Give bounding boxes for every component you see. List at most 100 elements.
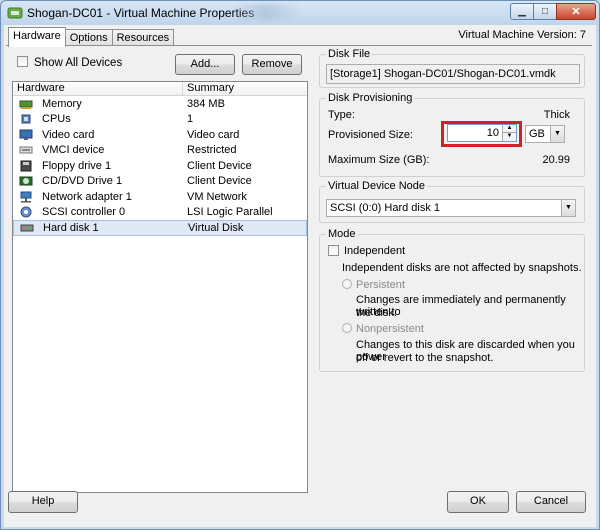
- vm-app-icon: [7, 7, 23, 19]
- hardware-name-cell: VMCI device: [13, 144, 187, 156]
- floppy-drive-icon: [19, 160, 33, 172]
- hardware-name-cell: Memory: [13, 98, 187, 110]
- nonpersistent-radio-icon: [342, 323, 352, 334]
- maximize-button[interactable]: □: [533, 3, 557, 20]
- ok-button[interactable]: OK: [447, 491, 509, 513]
- help-button[interactable]: Help: [8, 491, 78, 513]
- tab-bar: Hardware Options Resources: [8, 27, 175, 47]
- minimize-button[interactable]: ▁: [510, 3, 534, 20]
- type-value: Thick: [543, 109, 570, 121]
- persistent-radio-icon: [342, 279, 352, 290]
- hardware-name-cell: Hard disk 1: [14, 222, 188, 234]
- hardware-summary: Restricted: [187, 144, 237, 157]
- column-header-summary[interactable]: Summary: [183, 82, 307, 95]
- hardware-row[interactable]: Hard disk 1 Virtual Disk: [13, 220, 307, 236]
- independent-label: Independent: [344, 245, 406, 257]
- show-all-devices-checkbox[interactable]: Show All Devices: [17, 56, 123, 69]
- close-button[interactable]: ✕: [556, 3, 596, 20]
- minimize-icon: ▁: [518, 6, 526, 17]
- hardware-summary: Virtual Disk: [188, 222, 244, 234]
- chevron-down-icon: ▼: [554, 130, 561, 137]
- add-button[interactable]: Add...: [175, 54, 235, 75]
- hardware-list-rows: Memory 384 MB CPUs 1 Video card Video card VMC…: [13, 96, 307, 236]
- vm-version-label: Virtual Machine Version: 7: [458, 29, 586, 41]
- hardware-summary: 384 MB: [187, 97, 225, 110]
- tab-hardware[interactable]: Hardware: [8, 27, 66, 47]
- close-icon: ✕: [571, 6, 581, 18]
- disk-file-path: [Storage1] Shogan-DC01/Shogan-DC01.vmdk: [326, 64, 580, 84]
- title-bar[interactable]: Shogan-DC01 - Virtual Machine Properties…: [1, 1, 599, 25]
- hardware-row[interactable]: Network adapter 1 VM Network: [13, 189, 307, 205]
- maximum-size-label: Maximum Size (GB):: [328, 154, 430, 166]
- hardware-row[interactable]: Memory 384 MB: [13, 96, 307, 112]
- nonpersistent-radio[interactable]: Nonpersistent: [342, 323, 424, 335]
- persistent-label: Persistent: [356, 279, 405, 291]
- vm-properties-window: Shogan-DC01 - Virtual Machine Properties…: [0, 0, 600, 530]
- hardware-name: CPUs: [42, 113, 71, 126]
- hardware-name: Network adapter 1: [42, 190, 132, 203]
- persistent-description-line-2: the disk.: [356, 307, 397, 319]
- virtual-device-node-dropdown-button[interactable]: ▼: [561, 200, 575, 216]
- hardware-row[interactable]: CD/DVD Drive 1 Client Device: [13, 174, 307, 190]
- hardware-name: SCSI controller 0: [42, 206, 126, 219]
- virtual-device-node-group: Virtual Device Node SCSI (0:0) Hard disk…: [319, 180, 585, 223]
- type-label: Type:: [328, 109, 355, 121]
- virtual-device-node-value: SCSI (0:0) Hard disk 1: [330, 202, 441, 214]
- virtual-device-node-label: Virtual Device Node: [326, 180, 428, 192]
- disk-provisioning-label: Disk Provisioning: [326, 92, 415, 104]
- hardware-summary: Video card: [187, 128, 240, 141]
- hardware-summary: 1: [187, 113, 194, 126]
- dialog-client-area: Hardware Options Resources Virtual Machi…: [4, 25, 596, 527]
- independent-check-icon: [328, 244, 339, 256]
- independent-description: Independent disks are not affected by sn…: [342, 262, 582, 274]
- network-adapter-icon: [19, 191, 33, 203]
- hardware-name: Memory: [42, 97, 82, 110]
- hardware-name: Hard disk 1: [43, 222, 99, 234]
- cancel-button[interactable]: Cancel: [516, 491, 586, 513]
- hardware-name-cell: Floppy drive 1: [13, 160, 187, 172]
- hardware-name-cell: CD/DVD Drive 1: [13, 175, 187, 187]
- nonpersistent-label: Nonpersistent: [356, 323, 424, 335]
- hardware-row[interactable]: SCSI controller 0 LSI Logic Parallel: [13, 205, 307, 221]
- disk-file-group: Disk File [Storage1] Shogan-DC01/Shogan-…: [319, 48, 585, 88]
- hardware-name-cell: Video card: [13, 129, 187, 141]
- hardware-summary: Client Device: [187, 159, 252, 172]
- hardware-name-cell: CPUs: [13, 113, 187, 125]
- hardware-tab-panel: Show All Devices Add... Remove Hardware …: [6, 45, 592, 495]
- hardware-row[interactable]: Floppy drive 1 Client Device: [13, 158, 307, 174]
- vmci-device-icon: [19, 144, 33, 156]
- provisioned-size-value: 10: [486, 127, 499, 139]
- spin-down-button[interactable]: ▼: [502, 133, 516, 141]
- unit-value: GB: [529, 128, 545, 140]
- hardware-row[interactable]: VMCI device Restricted: [13, 143, 307, 159]
- hardware-summary: VM Network: [187, 190, 247, 203]
- show-all-devices-label: Show All Devices: [34, 57, 123, 69]
- hardware-row[interactable]: CPUs 1: [13, 112, 307, 128]
- disk-file-label: Disk File: [326, 48, 373, 60]
- nonpersistent-description-line-2: off or revert to the snapshot.: [356, 352, 494, 364]
- memory-icon: [19, 98, 33, 110]
- chevron-down-icon: ▼: [565, 204, 572, 211]
- unit-select[interactable]: GB ▼: [525, 125, 565, 143]
- mode-label: Mode: [326, 228, 358, 240]
- column-header-hardware[interactable]: Hardware: [13, 82, 183, 95]
- hardware-name-cell: SCSI controller 0: [13, 206, 187, 218]
- hardware-name-cell: Network adapter 1: [13, 191, 187, 203]
- provisioned-size-spinner[interactable]: 10 ▲ ▼: [447, 124, 517, 142]
- hardware-name: Floppy drive 1: [42, 159, 112, 172]
- cpu-icon: [19, 113, 33, 125]
- hardware-row[interactable]: Video card Video card: [13, 127, 307, 143]
- show-all-devices-check-icon: [17, 56, 28, 68]
- persistent-radio[interactable]: Persistent: [342, 279, 405, 291]
- hardware-summary: LSI Logic Parallel: [187, 206, 273, 219]
- virtual-device-node-select[interactable]: SCSI (0:0) Hard disk 1 ▼: [326, 199, 576, 217]
- spin-up-button[interactable]: ▲: [502, 125, 516, 133]
- unit-dropdown-button[interactable]: ▼: [550, 126, 564, 142]
- hardware-name: CD/DVD Drive 1: [42, 175, 123, 188]
- independent-checkbox[interactable]: Independent: [328, 244, 406, 257]
- video-card-icon: [19, 129, 33, 141]
- hardware-list[interactable]: Hardware Summary Memory 384 MB CPUs 1 Video …: [12, 81, 308, 493]
- remove-button[interactable]: Remove: [242, 54, 302, 75]
- disk-provisioning-group: Disk Provisioning Type: Thick Provisione…: [319, 92, 585, 177]
- maximize-icon: □: [541, 6, 549, 17]
